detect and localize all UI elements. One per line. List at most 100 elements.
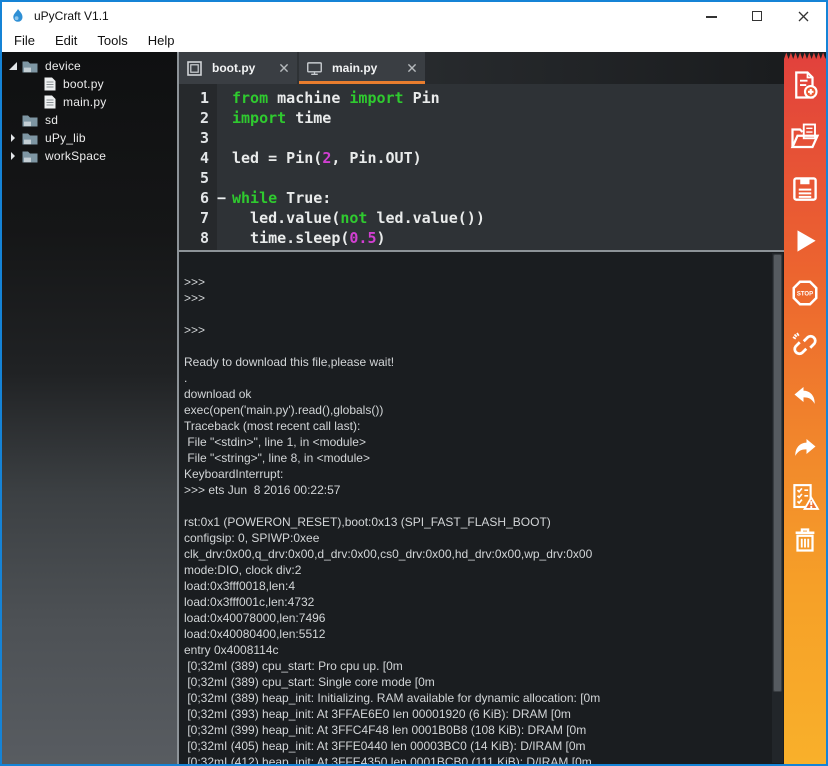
fold-marker[interactable]: − bbox=[217, 188, 232, 208]
editor-column: boot.py main.py 1 from machine import Pi… bbox=[177, 52, 784, 764]
code-line: 3 bbox=[179, 128, 784, 148]
connect-button[interactable] bbox=[784, 319, 826, 371]
tab-boot-py[interactable]: boot.py bbox=[179, 52, 297, 84]
console-line: Ready to download this file,please wait! bbox=[184, 354, 770, 370]
console-line: rst:0x1 (POWERON_RESET),boot:0x13 (SPI_F… bbox=[184, 514, 770, 530]
undo-button[interactable] bbox=[784, 371, 826, 423]
console-line: [0;32mI (389) cpu_start: Pro cpu up. [0m bbox=[184, 658, 770, 674]
tree-item-label: main.py bbox=[63, 95, 106, 109]
console-line: >>> bbox=[184, 274, 770, 290]
menu-item-file[interactable]: File bbox=[4, 30, 45, 52]
code-line: 4 led = Pin(2, Pin.OUT) bbox=[179, 148, 784, 168]
console-line bbox=[184, 498, 770, 514]
sidebar-item-device[interactable]: device bbox=[2, 57, 177, 75]
file-tree-panel[interactable]: device boot.py main.py sd uPy_lib workSp… bbox=[2, 52, 177, 764]
fold-marker bbox=[217, 148, 232, 168]
code-token: 2 bbox=[322, 149, 331, 167]
open-file-button[interactable] bbox=[784, 111, 826, 163]
sidebar-item-boot-py[interactable]: boot.py bbox=[2, 75, 177, 93]
code-token: while bbox=[232, 189, 277, 207]
redo-icon bbox=[790, 434, 820, 464]
line-number: 2 bbox=[179, 108, 217, 128]
code-token: import bbox=[349, 89, 403, 107]
menu-item-tools[interactable]: Tools bbox=[87, 30, 137, 52]
console-line: entry 0x4008114c bbox=[184, 642, 770, 658]
code-token: time bbox=[286, 109, 331, 127]
tab-main-py[interactable]: main.py bbox=[299, 52, 425, 84]
fold-marker bbox=[217, 168, 232, 188]
console-line: KeyboardInterrupt: bbox=[184, 466, 770, 482]
code-editor[interactable]: 1 from machine import Pin 2 import time … bbox=[179, 84, 784, 250]
code-token: not bbox=[340, 209, 367, 227]
tab-label: main.py bbox=[332, 61, 377, 75]
console-line: File "<stdin>", line 1, in <module> bbox=[184, 434, 770, 450]
stop-button[interactable] bbox=[784, 267, 826, 319]
console-line bbox=[184, 258, 770, 274]
code-token: True: bbox=[277, 189, 331, 207]
expand-arrow[interactable] bbox=[6, 59, 22, 73]
code-token: , Pin.OUT) bbox=[331, 149, 421, 167]
console-line: [0;32mI (405) heap_init: At 3FFE0440 len… bbox=[184, 738, 770, 754]
menu-item-edit[interactable]: Edit bbox=[45, 30, 87, 52]
code-token: import bbox=[232, 109, 286, 127]
expand-arrow[interactable] bbox=[6, 131, 22, 145]
code-token: led.value( bbox=[232, 209, 340, 227]
tab-label: boot.py bbox=[212, 61, 255, 75]
save-button[interactable] bbox=[784, 163, 826, 215]
maximize-button[interactable] bbox=[734, 2, 780, 30]
console-line bbox=[184, 338, 770, 354]
fold-marker bbox=[217, 228, 232, 248]
code-text: led = Pin(2, Pin.OUT) bbox=[232, 148, 422, 168]
console-output[interactable]: >>> >>> >>> Ready to download this file,… bbox=[179, 250, 784, 764]
folder-icon bbox=[22, 60, 38, 73]
sidebar-item-sd[interactable]: sd bbox=[2, 111, 177, 129]
close-button[interactable] bbox=[780, 2, 826, 30]
console-line: [0;32mI (389) cpu_start: Single core mod… bbox=[184, 674, 770, 690]
folder-icon bbox=[22, 114, 38, 127]
window-title: uPyCraft V1.1 bbox=[34, 9, 109, 23]
console-line: [0;32mI (389) heap_init: Initializing. R… bbox=[184, 690, 770, 706]
console-scrollbar[interactable] bbox=[772, 253, 783, 763]
scrollbar-thumb[interactable] bbox=[773, 254, 782, 692]
connect-icon bbox=[790, 330, 820, 360]
code-token: machine bbox=[268, 89, 349, 107]
console-line: load:0x3fff001c,len:4732 bbox=[184, 594, 770, 610]
tree-item-label: uPy_lib bbox=[45, 131, 86, 145]
main-area: device boot.py main.py sd uPy_lib workSp… bbox=[2, 52, 826, 764]
console-line: >>> bbox=[184, 290, 770, 306]
clear-button[interactable] bbox=[784, 518, 826, 561]
close-icon[interactable] bbox=[279, 63, 289, 73]
menu-item-help[interactable]: Help bbox=[138, 30, 185, 52]
console-line: clk_drv:0x00,q_drv:0x00,d_drv:0x00,cs0_d… bbox=[184, 546, 770, 562]
app-logo-icon bbox=[11, 8, 25, 24]
toolbar-sawtooth-edge bbox=[784, 52, 826, 59]
console-line: load:0x40078000,len:7496 bbox=[184, 610, 770, 626]
sidebar-item-workspace[interactable]: workSpace bbox=[2, 147, 177, 165]
board-icon bbox=[187, 61, 202, 76]
fold-marker bbox=[217, 108, 232, 128]
code-line: 1 from machine import Pin bbox=[179, 88, 784, 108]
new-file-icon bbox=[790, 70, 820, 100]
tree-item-label: workSpace bbox=[45, 149, 106, 163]
download-run-button[interactable] bbox=[784, 215, 826, 267]
console-line: >>> ets Jun 8 2016 00:22:57 bbox=[184, 482, 770, 498]
syntax-check-button[interactable] bbox=[784, 475, 826, 518]
close-icon[interactable] bbox=[407, 63, 417, 73]
code-token: Pin bbox=[404, 89, 440, 107]
redo-button[interactable] bbox=[784, 423, 826, 475]
console-line: [0;32mI (393) heap_init: At 3FFAE6E0 len… bbox=[184, 706, 770, 722]
expand-arrow[interactable] bbox=[6, 149, 22, 163]
line-number: 4 bbox=[179, 148, 217, 168]
sidebar-item-upy-lib[interactable]: uPy_lib bbox=[2, 129, 177, 147]
fold-marker bbox=[217, 128, 232, 148]
code-text: from machine import Pin bbox=[232, 88, 440, 108]
tree-item-label: sd bbox=[45, 113, 58, 127]
console-line: configsip: 0, SPIWP:0xee bbox=[184, 530, 770, 546]
new-file-button[interactable] bbox=[784, 59, 826, 111]
sidebar-item-main-py[interactable]: main.py bbox=[2, 93, 177, 111]
syntax-check-icon bbox=[790, 482, 820, 512]
fold-marker bbox=[217, 88, 232, 108]
code-line: 8 time.sleep(0.5) bbox=[179, 228, 784, 248]
minimize-button[interactable] bbox=[688, 2, 734, 30]
minimize-icon bbox=[706, 16, 717, 18]
